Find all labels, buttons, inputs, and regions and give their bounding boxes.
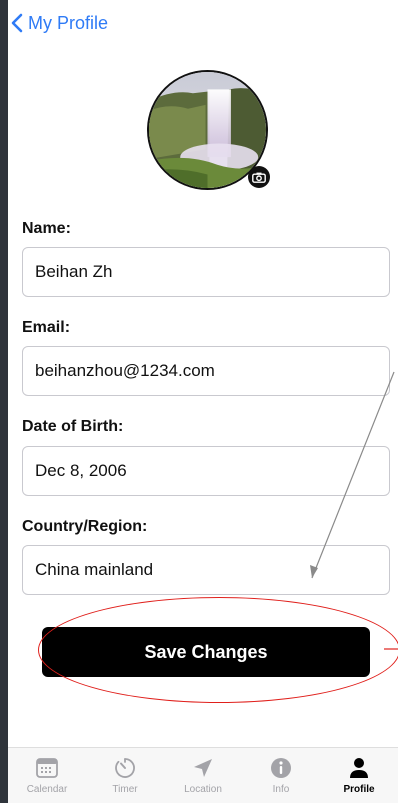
tab-label: Location [184, 784, 222, 795]
tab-bar: Calendar Timer Location Info Profile [8, 747, 398, 803]
tab-label: Profile [343, 784, 375, 795]
email-field[interactable] [22, 346, 390, 396]
save-changes-button[interactable]: Save Changes [42, 627, 370, 677]
avatar-container [147, 70, 270, 190]
name-field[interactable] [22, 247, 390, 297]
chevron-left-icon [11, 13, 23, 33]
country-label: Country/Region: [22, 518, 148, 535]
country-field[interactable] [22, 545, 390, 595]
person-icon [350, 758, 368, 778]
calendar-icon [36, 758, 58, 778]
timer-icon [115, 758, 135, 778]
tab-label: Info [272, 784, 290, 795]
camera-icon [252, 172, 266, 183]
email-label: Email: [22, 319, 71, 336]
change-photo-button[interactable] [248, 166, 270, 188]
info-icon [271, 758, 291, 778]
dob-label: Date of Birth: [22, 418, 124, 435]
tab-location[interactable]: Location [167, 755, 239, 795]
profile-screen: My Profile Name: Beihan Zh Email: beihan… [8, 0, 398, 803]
tab-timer[interactable]: Timer [89, 755, 161, 795]
location-arrow-icon [194, 759, 212, 777]
nav-header: My Profile [8, 8, 208, 38]
tab-calendar[interactable]: Calendar [11, 755, 83, 795]
name-label: Name: [22, 220, 71, 237]
tab-label: Calendar [26, 784, 68, 795]
tab-info[interactable]: Info [245, 755, 317, 795]
back-button[interactable]: My Profile [8, 13, 108, 34]
tab-label: Timer [112, 784, 138, 795]
tab-profile[interactable]: Profile [323, 755, 395, 795]
back-label: My Profile [28, 12, 109, 33]
dob-field[interactable] [22, 446, 390, 496]
